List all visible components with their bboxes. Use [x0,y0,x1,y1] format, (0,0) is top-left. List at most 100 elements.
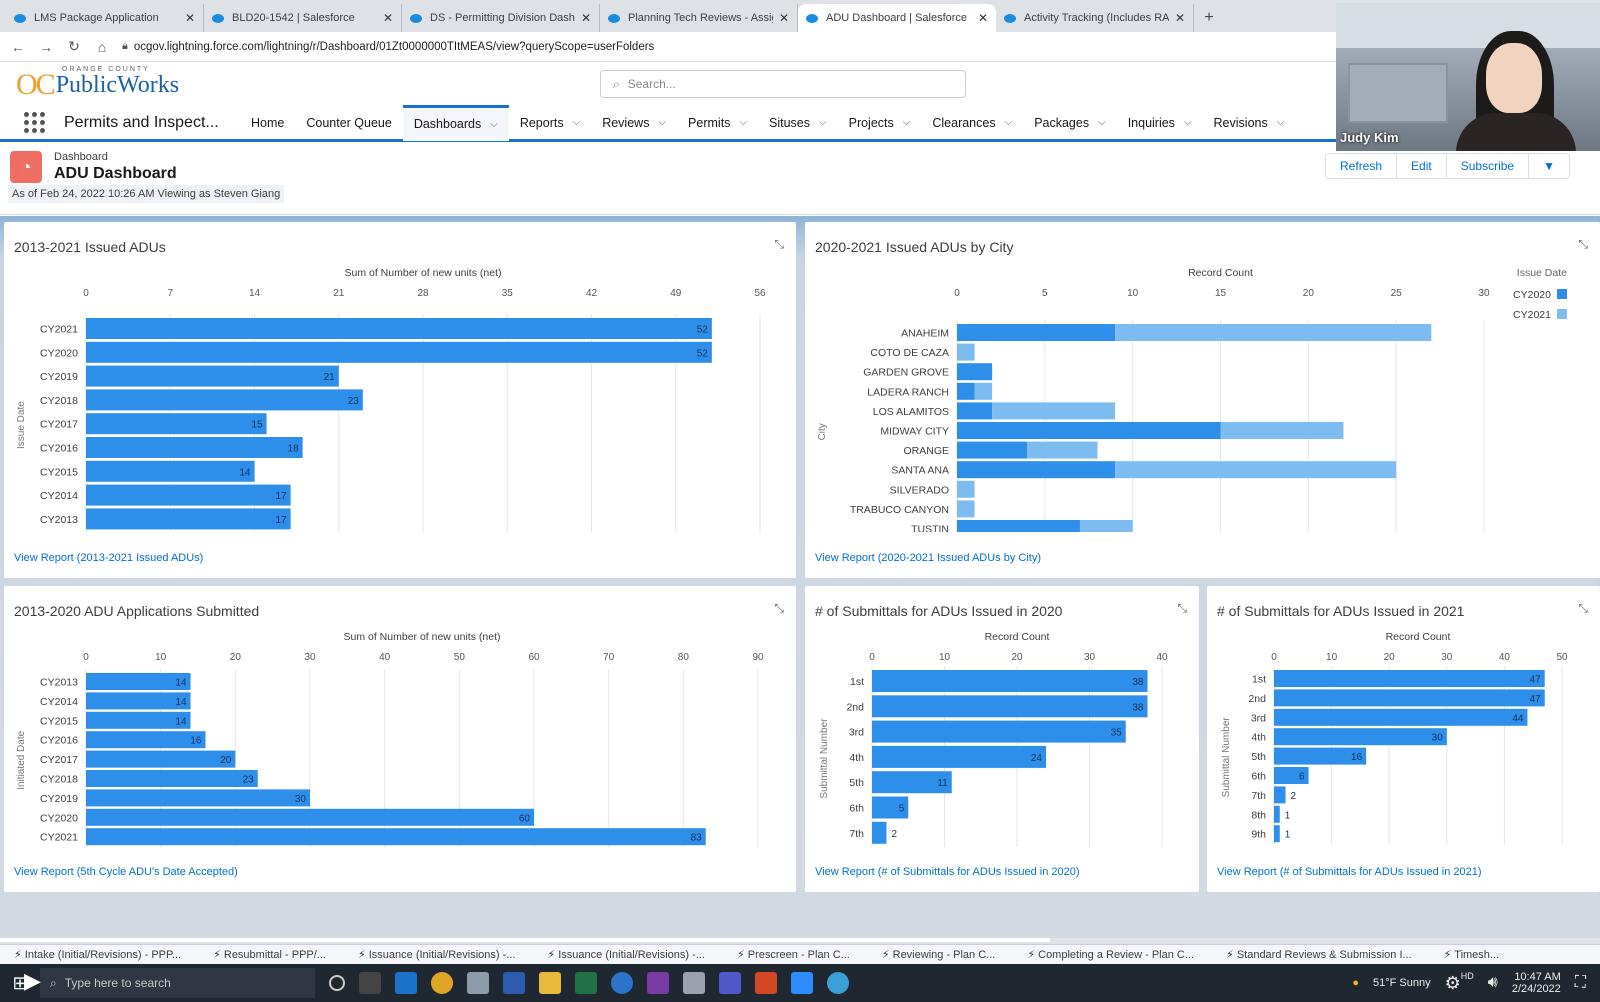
nav-item-reviews[interactable]: Reviews ⌵ [591,105,677,141]
nav-item-dashboards[interactable]: Dashboards ⌵ [402,104,509,141]
chevron-down-icon[interactable]: ⌵ [1277,117,1285,128]
close-tab-icon[interactable]: ✕ [383,11,393,25]
teams-icon[interactable] [719,972,741,994]
expand-icon[interactable]: ⤡ [1578,601,1588,616]
bar [86,750,236,768]
category-label: CY2014 [40,696,78,708]
new-tab-button[interactable]: + [1194,4,1224,32]
browser-tab[interactable]: Activity Tracking (Includes RA) | S ✕ [996,4,1194,32]
chevron-down-icon[interactable]: ⌵ [819,117,827,128]
nav-item-clearances[interactable]: Clearances ⌵ [921,105,1023,141]
outlook-icon[interactable] [395,972,417,994]
refresh-button[interactable]: Refresh [1326,154,1398,178]
utility-item[interactable]: ⚡︎ Issuance (Initial/Revisions) -... [547,948,705,961]
chevron-down-icon[interactable]: ⌵ [490,119,498,130]
global-search-input[interactable]: ⌕ Search... [600,70,966,98]
nav-item-situses[interactable]: Situses ⌵ [758,105,838,141]
snip-icon[interactable] [467,972,489,994]
volume-icon[interactable]: 🔊︎ [1488,974,1498,992]
nav-item-projects[interactable]: Projects ⌵ [838,105,922,141]
task-view-icon[interactable] [359,972,381,994]
close-tab-icon[interactable]: ✕ [185,11,195,25]
subscribe-button[interactable]: Subscribe [1446,154,1530,178]
fullscreen-icon[interactable]: ⛶ [1575,974,1586,992]
utility-item-label: Timesh... [1454,949,1500,961]
settings-gear-icon[interactable]: ⚙ [1445,973,1461,994]
expand-icon[interactable]: ⤡ [774,601,784,616]
tab-title: LMS Package Application [34,12,159,24]
expand-icon[interactable]: ⤡ [774,237,784,252]
back-icon[interactable]: ← [10,39,26,55]
word-icon[interactable] [503,972,525,994]
lightning-icon: ⚡︎ [736,949,748,961]
zoom-icon[interactable] [791,972,813,994]
excel-icon[interactable] [575,972,597,994]
view-report-link[interactable]: View Report (2013-2021 Issued ADUs) [14,552,203,564]
reload-icon[interactable]: ↻ [66,38,82,55]
nav-item-inquiries[interactable]: Inquiries ⌵ [1117,105,1203,141]
file-explorer-icon[interactable] [539,972,561,994]
chevron-down-icon[interactable]: ⌵ [1098,117,1106,128]
browser-tab[interactable]: LMS Package Application ✕ [6,4,204,32]
app-icon[interactable] [683,972,705,994]
close-tab-icon[interactable]: ✕ [978,11,988,25]
forward-icon[interactable]: → [38,39,54,55]
browser-tab[interactable]: DS - Permitting Division Dashbo ✕ [402,4,600,32]
chevron-down-icon[interactable]: ⌵ [573,117,581,128]
bar-cy2021 [1027,441,1098,459]
close-tab-icon[interactable]: ✕ [779,11,789,25]
url-field[interactable]: ocgov.lightning.force.com/lightning/r/Da… [134,41,654,53]
nav-item-label: Situses [769,115,811,130]
chevron-down-icon[interactable]: ⌵ [1005,117,1013,128]
utility-item[interactable]: ⚡︎ Issuance (Initial/Revisions) -... [358,948,516,961]
edge-icon[interactable] [611,972,633,994]
header-button-group: Refresh Edit Subscribe ▼ [1325,153,1570,179]
browser-tab[interactable]: Planning Tech Reviews - Assigne ✕ [600,4,798,32]
utility-item[interactable]: ⚡︎ Completing a Review - Plan C... [1027,948,1194,961]
data-label: 21 [324,372,336,383]
chevron-down-icon[interactable]: ⌵ [658,117,666,128]
view-report-link[interactable]: View Report (# of Submittals for ADUs Is… [815,866,1080,878]
nav-item-reports[interactable]: Reports ⌵ [509,105,591,141]
chrome-icon[interactable] [431,972,453,994]
edit-button[interactable]: Edit [1397,154,1447,178]
onenote-icon[interactable] [647,972,669,994]
utility-item[interactable]: ⚡︎ Resubmittal - PPP/... [213,948,326,961]
utility-item[interactable]: ⚡︎ Standard Reviews & Submission I... [1226,948,1412,961]
utility-item[interactable]: ⚡︎ Timesh... [1444,948,1499,961]
bar-cy2020 [957,363,993,381]
browser-tab[interactable]: ADU Dashboard | Salesforce ✕ [798,4,996,32]
data-label: 20 [220,755,232,766]
nav-item-counter-queue[interactable]: Counter Queue [295,105,402,141]
category-label: ORANGE [903,445,949,457]
utility-item[interactable]: ⚡︎ Intake (Initial/Revisions) - PPP... [14,948,181,961]
expand-icon[interactable]: ⤡ [1578,237,1588,252]
taskbar-search[interactable]: ⌕ Type here to search [40,968,315,998]
oc-public-works-logo[interactable]: ORANGE COUNTY OC PublicWorks [16,66,179,102]
utility-item[interactable]: ⚡︎ Reviewing - Plan C... [882,948,996,961]
utility-item[interactable]: ⚡︎ Prescreen - Plan C... [737,948,850,961]
powerpoint-icon[interactable] [755,972,777,994]
chevron-down-icon[interactable]: ⌵ [739,117,747,128]
chevron-down-icon[interactable]: ⌵ [1184,117,1192,128]
close-tab-icon[interactable]: ✕ [1175,11,1185,25]
browser-tab[interactable]: BLD20-1542 | Salesforce ✕ [204,4,402,32]
app-launcher-icon[interactable] [24,111,46,134]
nav-item-permits[interactable]: Permits ⌵ [677,105,758,141]
view-report-link[interactable]: View Report (# of Submittals for ADUs Is… [1217,866,1482,878]
bar [1274,825,1280,843]
chevron-down-icon[interactable]: ⌵ [903,117,911,128]
nav-item-revisions[interactable]: Revisions ⌵ [1203,105,1296,141]
expand-icon[interactable]: ⤡ [1177,601,1187,616]
cortana-icon[interactable] [329,975,345,991]
browser-icon[interactable] [827,972,849,994]
view-report-link[interactable]: View Report (2020-2021 Issued ADUs by Ci… [815,552,1041,564]
video-play-icon[interactable]: ▶ [24,968,41,994]
nav-item-packages[interactable]: Packages ⌵ [1023,105,1117,141]
bar-cy2020 [957,461,1116,479]
view-report-link[interactable]: View Report (5th Cycle ADU's Date Accept… [14,866,238,878]
home-icon[interactable]: ⌂ [94,39,110,55]
more-actions-chevron-icon[interactable]: ▼ [1529,154,1569,178]
close-tab-icon[interactable]: ✕ [581,11,591,25]
nav-item-home[interactable]: Home [240,105,295,141]
